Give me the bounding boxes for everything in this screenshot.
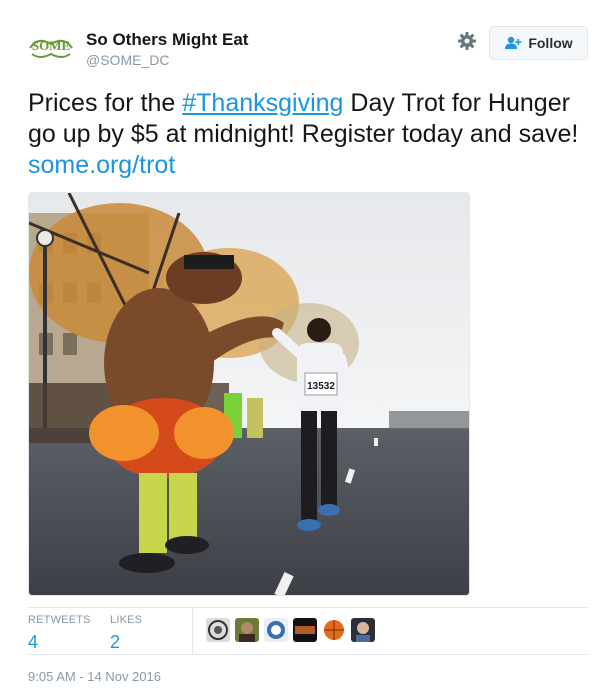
stats-bottom-divider	[28, 654, 588, 655]
likes-stat[interactable]: LIKES 2	[110, 614, 142, 653]
url-link[interactable]: some.org/trot	[28, 151, 175, 179]
hashtag-link[interactable]: #Thanksgiving	[182, 89, 343, 117]
likes-count[interactable]: 2	[110, 632, 142, 653]
stats-vertical-divider	[192, 608, 193, 654]
tweet-header: SOME So Others Might Eat @SOME_DC Follow	[26, 26, 588, 72]
tweet-photo[interactable]: 13532	[28, 192, 470, 596]
retweets-stat[interactable]: RETWEETS 4	[28, 614, 91, 653]
tweet-text: Prices for the #Thanksgiving Day Trot fo…	[28, 88, 593, 181]
avatar[interactable]	[235, 618, 259, 642]
display-name[interactable]: So Others Might Eat	[86, 30, 248, 50]
retweets-count[interactable]: 4	[28, 632, 91, 653]
gear-icon[interactable]	[457, 31, 477, 51]
follow-button[interactable]: Follow	[489, 26, 588, 60]
tweet-text-before: Prices for the	[28, 89, 183, 117]
avatar[interactable]	[206, 618, 230, 642]
likes-label: LIKES	[110, 614, 143, 626]
avatar[interactable]	[264, 618, 288, 642]
account-logo[interactable]: SOME	[26, 30, 76, 64]
follow-label: Follow	[528, 35, 573, 51]
avatar[interactable]	[293, 618, 317, 642]
avatar[interactable]	[351, 618, 375, 642]
retweets-label: RETWEETS	[28, 614, 91, 626]
tweet-stats: RETWEETS 4 LIKES 2	[28, 608, 588, 654]
tweet-timestamp[interactable]: 9:05 AM - 14 Nov 2016	[28, 669, 161, 684]
liker-avatars	[206, 618, 375, 642]
screen-name[interactable]: @SOME_DC	[86, 52, 169, 68]
avatar[interactable]	[322, 618, 346, 642]
add-user-icon	[505, 36, 522, 49]
bib-number: 13532	[307, 381, 335, 392]
logo-text: SOME	[32, 38, 70, 53]
